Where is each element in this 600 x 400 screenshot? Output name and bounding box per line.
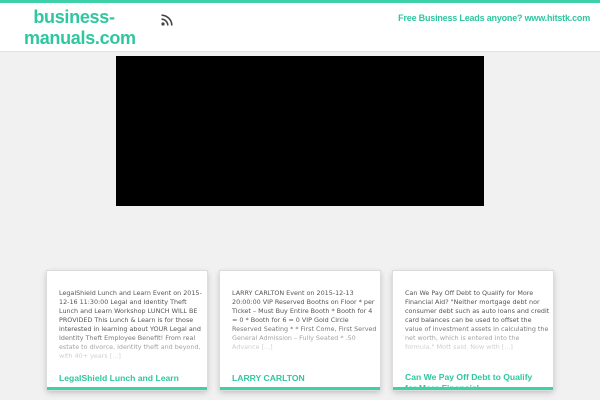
post-card[interactable]: Can We Pay Off Debt to Qualify for More … [393, 271, 553, 390]
site-header: business-manuals.com Free Business Leads… [0, 0, 600, 52]
post-card[interactable]: LARRY CARLTON Event on 2015-12-13 20:00:… [220, 271, 380, 390]
post-excerpt: LegalShield Lunch and Learn Event on 201… [59, 289, 204, 361]
promo-link[interactable]: Free Business Leads anyone? www.hitstk.c… [398, 13, 590, 23]
card-accent-bar [220, 387, 380, 390]
card-accent-bar [393, 387, 553, 390]
post-title-link[interactable]: LARRY CARLTON [232, 373, 372, 384]
post-title-link[interactable]: LegalShield Lunch and Learn [59, 373, 199, 384]
card-accent-bar [47, 387, 207, 390]
video-player[interactable] [116, 56, 484, 206]
rss-icon[interactable] [161, 14, 173, 26]
post-card[interactable]: LegalShield Lunch and Learn Event on 201… [47, 271, 207, 390]
post-excerpt: Can We Pay Off Debt to Qualify for More … [405, 289, 550, 352]
site-logo[interactable]: business-manuals.com [24, 7, 136, 49]
post-excerpt: LARRY CARLTON Event on 2015-12-13 20:00:… [232, 289, 377, 352]
